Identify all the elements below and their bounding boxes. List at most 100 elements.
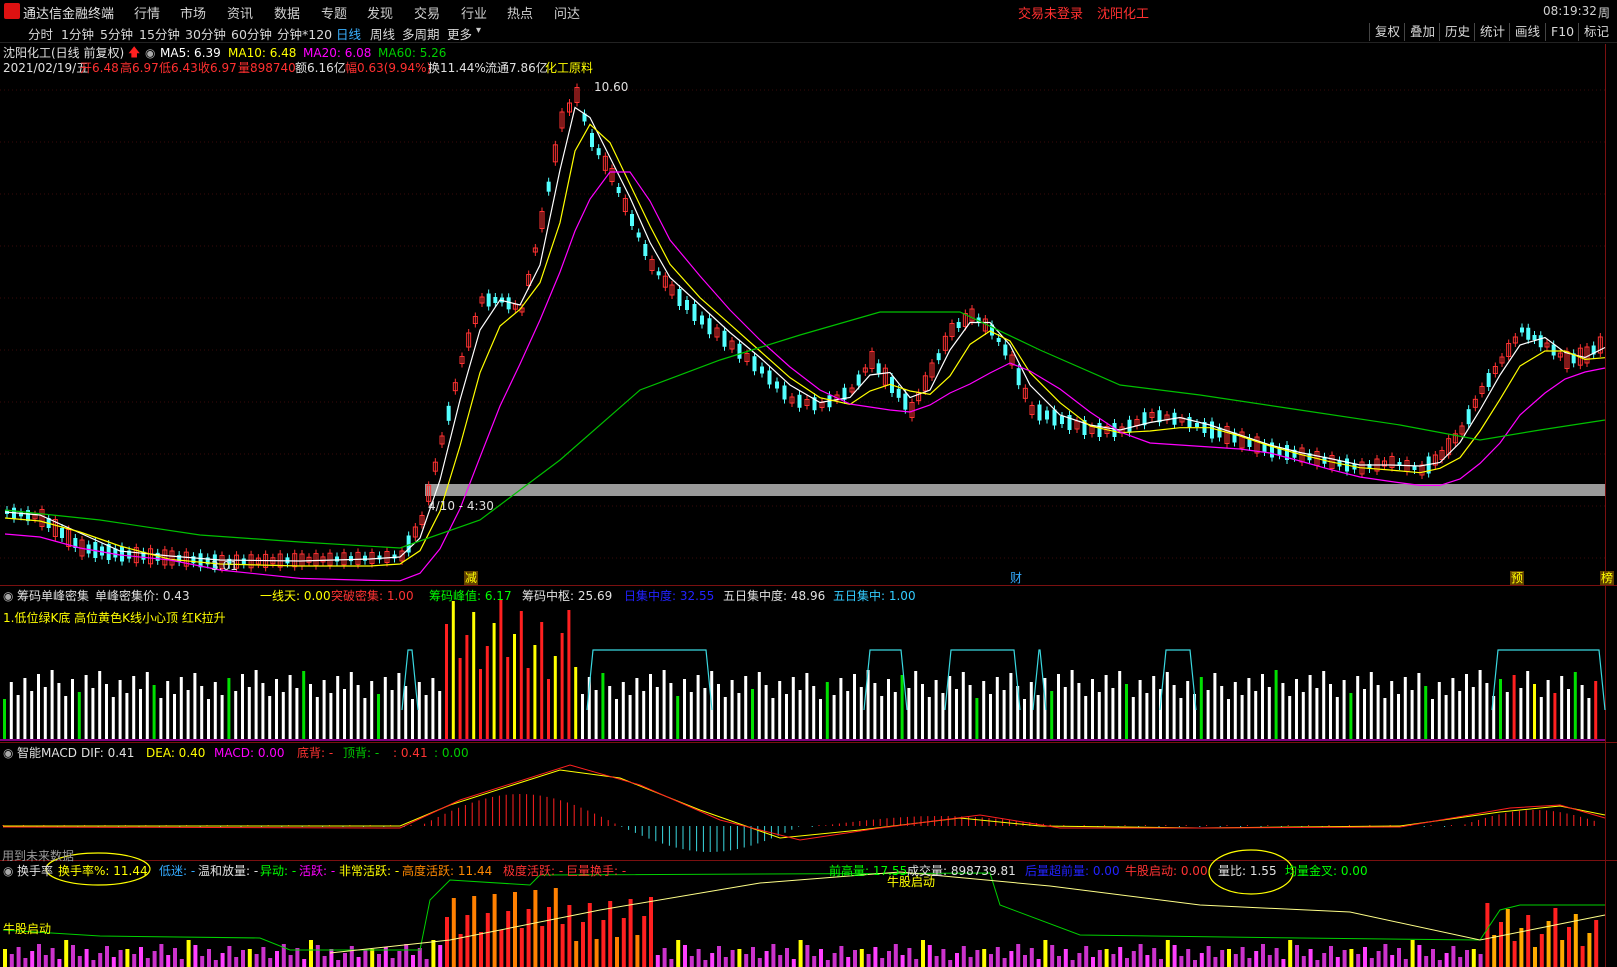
turnover-bar <box>43 955 48 967</box>
chip-bar <box>547 679 550 739</box>
chip-bar <box>1526 671 1530 739</box>
turnover-bar <box>370 949 375 967</box>
turnover-bar <box>247 949 252 967</box>
event-marker[interactable]: 财 <box>1010 571 1022 585</box>
candle-body <box>616 187 621 193</box>
chip-settings-icon[interactable]: ◉ <box>3 589 13 603</box>
turnover-bar <box>261 947 266 967</box>
turnover-low: 低迷: - <box>159 864 196 878</box>
turnover-settings-icon[interactable]: ◉ <box>3 864 13 878</box>
turnover-bar <box>1172 945 1177 967</box>
right-border <box>1605 44 1606 967</box>
turnover-bar <box>669 959 674 967</box>
chip-bar <box>1335 697 1339 739</box>
range-label: 4/10 - 4:30 <box>428 499 494 513</box>
quote-amount: 额6.16亿 <box>295 61 346 75</box>
candle-body <box>335 556 339 562</box>
turnover-bar <box>825 960 830 967</box>
chip-bar <box>1451 678 1455 739</box>
candle-body <box>198 553 203 568</box>
industry-label[interactable]: 化工原料 <box>545 61 593 75</box>
chip-bar <box>1295 679 1298 739</box>
turnover-bar <box>1410 940 1415 967</box>
chip-bar <box>519 611 523 739</box>
candle-body <box>486 293 491 307</box>
turnover-very-active: 非常活跃: - <box>339 864 400 878</box>
chip-bar <box>819 699 822 739</box>
event-marker[interactable]: 榜 <box>1600 571 1615 585</box>
event-marker[interactable]: 减 <box>464 571 479 585</box>
candle-body <box>996 338 1001 342</box>
turnover-bar <box>241 950 245 967</box>
turnover-bar <box>1036 959 1041 967</box>
chip-bar <box>513 634 516 739</box>
chip-bar <box>859 687 863 739</box>
settings-circle-icon[interactable]: ◉ <box>145 46 155 60</box>
turnover-bar <box>1485 903 1490 967</box>
chip-bar <box>1145 693 1149 739</box>
chip-bar <box>1383 698 1387 739</box>
turnover-bar <box>764 951 769 967</box>
turnover-bar <box>1301 956 1306 967</box>
quote-change: 幅0.63(9.94%) <box>345 61 432 75</box>
turnover-bar <box>356 957 361 967</box>
chart-canvas[interactable] <box>0 0 1617 967</box>
turnover-rate: 换手率%: 11.44 <box>58 864 148 878</box>
chip-bar <box>1587 698 1591 739</box>
chip-bar <box>1220 686 1224 739</box>
turnover-bar <box>1322 953 1327 967</box>
chip-bar <box>553 656 557 739</box>
chip-bar <box>1070 670 1074 739</box>
chip-bar <box>1240 695 1244 739</box>
turnover-huge: 巨量换手: - <box>566 864 627 878</box>
chip-bar <box>948 676 952 739</box>
chip-bar <box>628 695 632 739</box>
turnover-bar <box>445 917 449 967</box>
turnover-bar <box>472 896 477 967</box>
chip-bar <box>1539 697 1543 739</box>
chip-bar <box>275 679 278 739</box>
turnover-bar <box>880 958 885 967</box>
turnover-bar <box>37 944 41 967</box>
turnover-bar <box>1580 946 1585 967</box>
chip-bar <box>125 693 129 739</box>
turnover-bar <box>1363 947 1367 967</box>
candle-body <box>737 343 742 359</box>
chip-bar <box>1390 681 1394 739</box>
turnover-bar <box>873 947 878 967</box>
chip-bar <box>1104 675 1108 739</box>
quote-turnover: 换11.44% <box>428 61 486 75</box>
chip-bar <box>1322 671 1326 739</box>
chip-bar <box>1091 679 1094 739</box>
candle-body <box>241 558 246 565</box>
chip-bar <box>166 681 170 739</box>
chip-bar <box>356 685 360 739</box>
turnover-bar <box>1267 955 1272 967</box>
turnover-bar <box>567 905 572 967</box>
panel-separator <box>0 742 1617 743</box>
turnover-bar <box>1451 946 1456 967</box>
chip-bar <box>43 687 47 739</box>
chip-bar <box>173 694 176 739</box>
turnover-bar <box>417 948 422 967</box>
turnover-bar <box>506 911 511 967</box>
turnover-bar <box>717 946 721 967</box>
chip-bar <box>533 645 537 739</box>
turnover-bar <box>193 945 198 967</box>
turnover-bar <box>1159 959 1163 967</box>
turnover-bar <box>921 940 925 967</box>
ma10-label: MA10: 6.48 <box>228 46 297 60</box>
chip-bar <box>349 672 353 739</box>
candle-body <box>636 232 641 238</box>
chip-bar <box>655 687 659 739</box>
quote-volume: 量898740 <box>238 61 296 75</box>
turnover-bar <box>1220 950 1225 967</box>
macd-settings-icon[interactable]: ◉ <box>3 746 13 760</box>
chip-bar <box>377 694 380 739</box>
turnover-bar <box>105 946 109 967</box>
quote-high: 高6.97 <box>120 61 159 75</box>
quote-date: 2021/02/19/五 <box>3 61 89 75</box>
turnover-bar <box>377 954 381 967</box>
chip-bar <box>1580 685 1584 739</box>
event-marker[interactable]: 预 <box>1510 571 1525 585</box>
